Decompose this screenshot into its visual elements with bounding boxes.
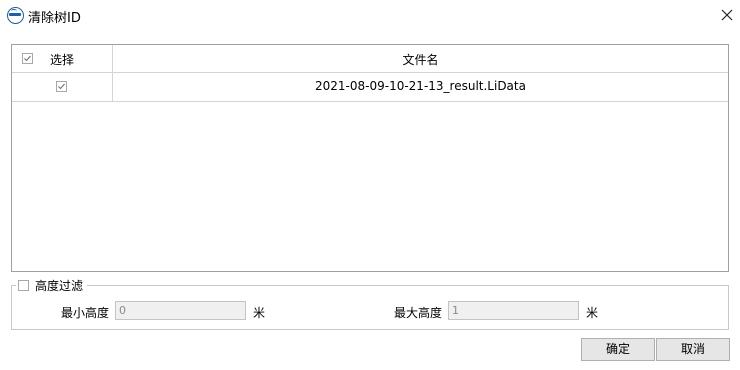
grid-header: 选择 文件名	[12, 45, 728, 73]
height-filter-legend: 高度过滤	[16, 278, 88, 293]
max-height-input[interactable]: 1	[448, 301, 579, 320]
max-height-unit: 米	[586, 306, 599, 320]
select-all-checkbox[interactable]	[22, 53, 33, 64]
max-height-label: 最大高度	[394, 306, 443, 320]
window-title: 清除树ID	[28, 11, 81, 26]
height-filter-label: 高度过滤	[35, 278, 84, 293]
file-grid: 选择 文件名 2021-08-09-10-21-13_result.LiData	[11, 44, 729, 272]
filename-column-header[interactable]: 文件名	[113, 45, 728, 72]
row-checkbox[interactable]	[56, 81, 67, 92]
min-height-unit: 米	[253, 306, 266, 320]
select-column-header: 选择	[12, 45, 113, 72]
table-row[interactable]: 2021-08-09-10-21-13_result.LiData	[12, 73, 728, 102]
min-height-label: 最小高度	[61, 306, 110, 320]
cancel-button[interactable]: 取消	[656, 338, 730, 361]
ok-button[interactable]: 确定	[581, 338, 655, 361]
row-filename: 2021-08-09-10-21-13_result.LiData	[315, 79, 526, 93]
filename-column-label: 文件名	[402, 53, 439, 67]
row-select-cell	[12, 73, 113, 101]
title-bar: 清除树ID	[0, 0, 740, 30]
min-height-input[interactable]: 0	[115, 301, 246, 320]
close-icon[interactable]	[715, 3, 739, 27]
height-filter-checkbox[interactable]	[18, 279, 29, 291]
app-logo-icon	[7, 7, 24, 24]
select-column-label: 选择	[50, 53, 75, 67]
